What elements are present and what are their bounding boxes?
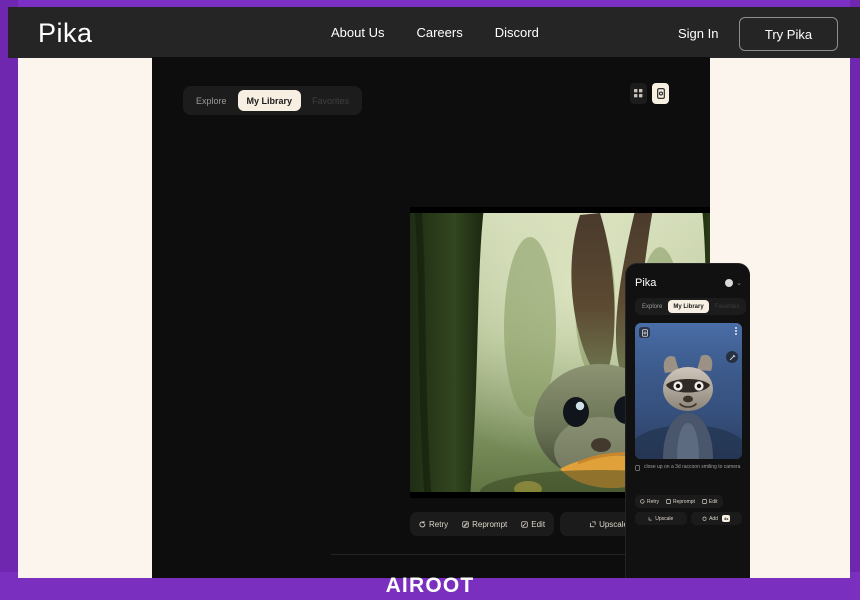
mobile-card-caption: close up on a 3d raccoon smiling to came… [635,464,742,472]
mobile-card-badge-icon [639,327,650,338]
mobile-brand-logo[interactable]: Pika [635,277,656,289]
upscale-icon [590,520,596,527]
mobile-library-tabs: Explore My Library Favorites [635,298,747,315]
reprompt-icon [666,499,671,504]
retry-label: Retry [429,519,449,529]
edit-button[interactable]: Edit [515,515,551,533]
tab-favorites[interactable]: Favorites [303,90,358,111]
library-tabs: Explore My Library Favorites [183,86,363,115]
nav-link-about-us[interactable]: About Us [331,25,384,40]
edit-icon [702,499,707,504]
retry-button[interactable]: Retry [413,515,454,533]
mobile-retry-label: Retry [647,498,659,505]
mobile-tab-favorites[interactable]: Favorites [710,300,745,313]
try-pika-button[interactable]: Try Pika [739,17,838,51]
mobile-add-button[interactable]: Add 4s [699,514,733,524]
mobile-actions-row-two: Upscale Add 4s [635,512,742,525]
add-clock-icon [702,516,707,521]
avatar[interactable] [725,279,734,287]
watermark: AIROOT [385,574,475,597]
mobile-header: Pika ⌄ [635,275,742,291]
nav-link-careers[interactable]: Careers [416,25,462,40]
mobile-add-duration-badge: 4s [721,515,731,522]
nav-links: About Us Careers Discord [331,25,539,40]
mobile-edit-button[interactable]: Edit [699,497,721,507]
mobile-retry-button[interactable]: Retry [637,497,662,507]
brand-logo[interactable]: Pika [38,18,93,49]
mobile-tab-my-library[interactable]: My Library [668,300,709,313]
mobile-upscale-button[interactable]: Upscale [645,514,676,524]
mobile-actions-primary-group: Retry Reprompt Edit [635,495,723,508]
mobile-upscale-group: Upscale [635,512,687,525]
mobile-card-magic-icon[interactable] [726,351,738,363]
frame-top-bar [0,0,860,7]
mobile-caption-text: close up on a 3d raccoon smiling to came… [644,464,741,470]
edit-label: Edit [531,519,546,529]
chevron-down-icon[interactable]: ⌄ [736,279,742,287]
frame-left-bar [0,0,18,600]
tab-explore[interactable]: Explore [187,90,236,111]
reprompt-icon [462,520,469,528]
mobile-card-menu-icon[interactable] [735,327,737,335]
retry-icon [419,520,426,527]
actions-primary-group: Retry Reprompt Edit [410,512,555,536]
top-navbar: Pika About Us Careers Discord Sign In Tr… [8,7,860,58]
mobile-tab-explore[interactable]: Explore [637,300,667,313]
sign-in-link[interactable]: Sign In [678,26,718,41]
tab-my-library[interactable]: My Library [237,90,302,111]
mobile-actions: Retry Reprompt Edit Upscale Add 4s [635,495,742,525]
nav-link-discord[interactable]: Discord [495,25,539,40]
retry-icon [640,499,645,504]
upscale-icon [648,517,653,521]
frame-right-bar [850,0,860,600]
mobile-card-image [635,323,742,459]
mobile-add-label: Add [709,515,718,522]
mobile-reprompt-button[interactable]: Reprompt [663,497,698,507]
view-toggle-group [630,83,669,104]
reprompt-button[interactable]: Reprompt [456,515,513,533]
mobile-preview-panel: Pika ⌄ Explore My Library Favorites clos… [625,263,750,578]
mobile-video-card[interactable] [635,323,742,459]
single-view-icon[interactable] [652,83,669,104]
mobile-add-group: Add 4s [690,512,742,525]
mobile-actions-row-one: Retry Reprompt Edit [635,495,742,508]
reprompt-label: Reprompt [472,519,508,529]
grid-view-icon[interactable] [630,83,647,104]
prompt-copy-icon [635,465,640,471]
edit-icon [521,520,528,528]
mobile-reprompt-label: Reprompt [672,498,695,505]
upscale-label: Upscale [599,519,628,529]
mobile-upscale-label: Upscale [655,515,674,522]
mobile-edit-label: Edit [708,498,718,505]
